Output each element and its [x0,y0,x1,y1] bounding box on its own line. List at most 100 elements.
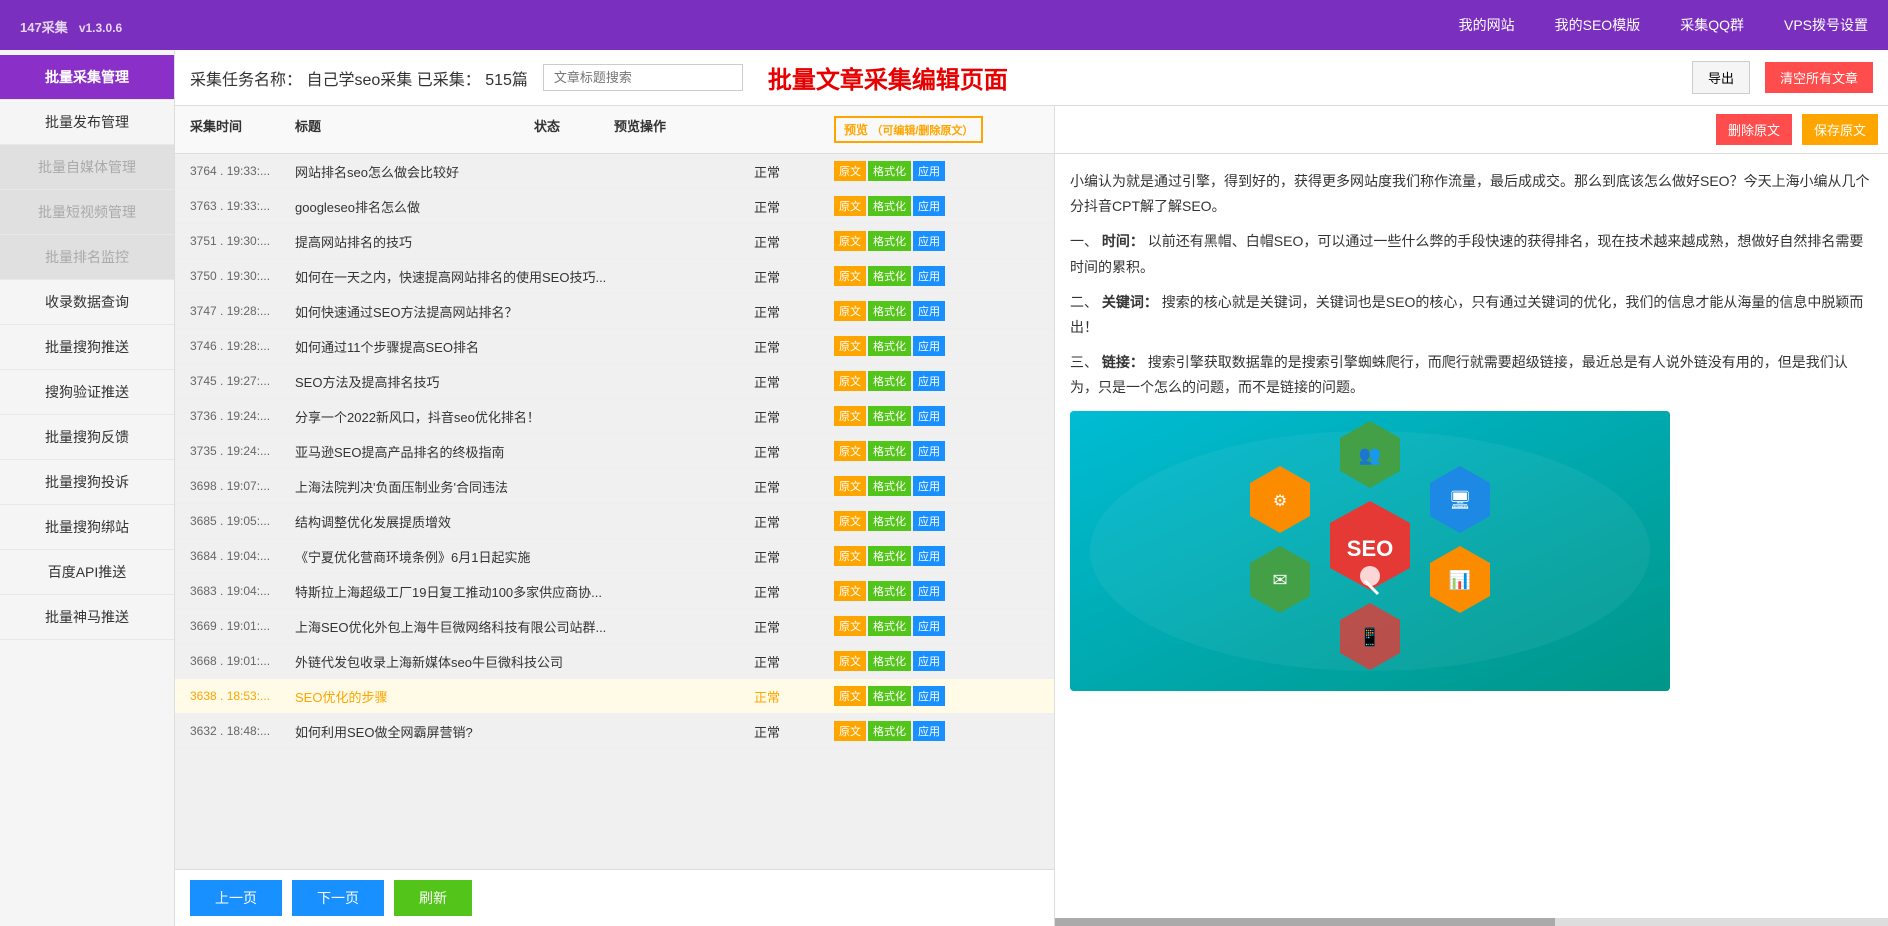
next-button[interactable]: 下一页 [292,880,384,916]
tag-apply-button[interactable]: 应用 [913,336,945,356]
nav-my-seo[interactable]: 我的SEO模版 [1555,15,1641,35]
table-row[interactable]: 3750 . 19:30:... 如何在一天之内，快速提高网站排名的使用SEO技… [175,259,1054,294]
sidebar-item-media[interactable]: 批量自媒体管理 [0,145,174,190]
tag-apply-button[interactable]: 应用 [913,581,945,601]
table-row[interactable]: 3751 . 19:30:... 提高网站排名的技巧 正常 原文 格式化 应用 [175,224,1054,259]
tag-format-button[interactable]: 格式化 [868,336,911,356]
table-row[interactable]: 3736 . 19:24:... 分享一个2022新风口，抖音seo优化排名！ … [175,399,1054,434]
table-row[interactable]: 3638 . 18:53:... SEO优化的步骤 正常 原文 格式化 应用 [175,679,1054,714]
tag-format-button[interactable]: 格式化 [868,196,911,216]
preview-header-box[interactable]: 预览 （可编辑/删除原文） [834,116,983,143]
tag-original-button[interactable]: 原文 [834,196,866,216]
table-row[interactable]: 3685 . 19:05:... 结构调整优化发展提质增效 正常 原文 格式化 … [175,504,1054,539]
sidebar-item-rank[interactable]: 批量排名监控 [0,235,174,280]
tag-apply-button[interactable]: 应用 [913,196,945,216]
tag-original-button[interactable]: 原文 [834,336,866,356]
sidebar-item-baidu-api[interactable]: 百度API推送 [0,550,174,595]
table-row[interactable]: 3669 . 19:01:... 上海SEO优化外包上海牛巨微网络科技有限公司站… [175,609,1054,644]
sidebar-item-sogou-push[interactable]: 批量搜狗推送 [0,325,174,370]
tag-original-button[interactable]: 原文 [834,231,866,251]
sidebar: 批量采集管理 批量发布管理 批量自媒体管理 批量短视频管理 批量排名监控 收录数… [0,50,175,926]
tag-original-button[interactable]: 原文 [834,301,866,321]
table-row[interactable]: 3698 . 19:07:... 上海法院判决'负面压制业务'合同违法 正常 原… [175,469,1054,504]
tag-apply-button[interactable]: 应用 [913,231,945,251]
nav-my-site[interactable]: 我的网站 [1459,15,1515,35]
cell-action: 原文 格式化 应用 [834,651,1054,671]
tag-original-button[interactable]: 原文 [834,476,866,496]
preview-content: 小编认为就是通过引擎，得到好的，获得更多网站度我们称作流量，最后成成交。那么到底… [1055,154,1888,918]
refresh-button[interactable]: 刷新 [394,880,472,916]
tag-format-button[interactable]: 格式化 [868,546,911,566]
table-row[interactable]: 3746 . 19:28:... 如何通过11个步骤提高SEO排名 正常 原文 … [175,329,1054,364]
tag-original-button[interactable]: 原文 [834,441,866,461]
nav-vps-setting[interactable]: VPS拨号设置 [1784,15,1868,35]
tag-apply-button[interactable]: 应用 [913,406,945,426]
nav-qq-group[interactable]: 采集QQ群 [1680,15,1744,35]
tag-format-button[interactable]: 格式化 [868,686,911,706]
tag-original-button[interactable]: 原文 [834,546,866,566]
sidebar-item-publish[interactable]: 批量发布管理 [0,100,174,145]
tag-format-button[interactable]: 格式化 [868,476,911,496]
sidebar-item-shenma[interactable]: 批量神马推送 [0,595,174,640]
tag-original-button[interactable]: 原文 [834,616,866,636]
prev-button[interactable]: 上一页 [190,880,282,916]
tag-original-button[interactable]: 原文 [834,686,866,706]
tag-apply-button[interactable]: 应用 [913,511,945,531]
tag-original-button[interactable]: 原文 [834,581,866,601]
table-row[interactable]: 3632 . 18:48:... 如何利用SEO做全网霸屏营销? 正常 原文 格… [175,714,1054,749]
sidebar-item-sogou-complaint[interactable]: 批量搜狗投诉 [0,460,174,505]
tag-apply-button[interactable]: 应用 [913,616,945,636]
tag-apply-button[interactable]: 应用 [913,441,945,461]
tag-apply-button[interactable]: 应用 [913,476,945,496]
tag-apply-button[interactable]: 应用 [913,266,945,286]
delete-original-button[interactable]: 删除原文 [1716,114,1792,145]
tag-original-button[interactable]: 原文 [834,161,866,181]
tag-format-button[interactable]: 格式化 [868,161,911,181]
clear-all-button[interactable]: 清空所有文章 [1765,62,1873,93]
table-row[interactable]: 3668 . 19:01:... 外链代发包收录上海新媒体seo牛巨微科技公司 … [175,644,1054,679]
table-row[interactable]: 3747 . 19:28:... 如何快速通过SEO方法提高网站排名？ 正常 原… [175,294,1054,329]
sidebar-item-sogou-bind[interactable]: 批量搜狗绑站 [0,505,174,550]
tag-original-button[interactable]: 原文 [834,266,866,286]
table-row[interactable]: 3764 . 19:33:... 网站排名seo怎么做会比较好 正常 原文 格式… [175,154,1054,189]
tag-format-button[interactable]: 格式化 [868,651,911,671]
export-button[interactable]: 导出 [1692,61,1750,94]
sidebar-item-record[interactable]: 收录数据查询 [0,280,174,325]
tag-format-button[interactable]: 格式化 [868,231,911,251]
sidebar-item-sogou-feedback[interactable]: 批量搜狗反馈 [0,415,174,460]
tag-format-button[interactable]: 格式化 [868,616,911,636]
preview-seo-image: SEO 👥 🖥 [1070,411,1670,691]
tag-original-button[interactable]: 原文 [834,721,866,741]
table-row[interactable]: 3683 . 19:04:... 特斯拉上海超级工厂19日复工推动100多家供应… [175,574,1054,609]
preview-scrollbar[interactable] [1055,918,1888,926]
tag-apply-button[interactable]: 应用 [913,371,945,391]
tag-original-button[interactable]: 原文 [834,406,866,426]
tag-format-button[interactable]: 格式化 [868,266,911,286]
table-row[interactable]: 3763 . 19:33:... googleseo排名怎么做 正常 原文 格式… [175,189,1054,224]
tag-format-button[interactable]: 格式化 [868,581,911,601]
save-original-button[interactable]: 保存原文 [1802,114,1878,145]
table-row[interactable]: 3684 . 19:04:... 《宁夏优化营商环境条例》6月1日起实施 正常 … [175,539,1054,574]
table-row[interactable]: 3745 . 19:27:... SEO方法及提高排名技巧 正常 原文 格式化 … [175,364,1054,399]
table-row[interactable]: 3735 . 19:24:... 亚马逊SEO提高产品排名的终极指南 正常 原文… [175,434,1054,469]
sidebar-item-video[interactable]: 批量短视频管理 [0,190,174,235]
tag-format-button[interactable]: 格式化 [868,371,911,391]
tag-original-button[interactable]: 原文 [834,511,866,531]
tag-original-button[interactable]: 原文 [834,651,866,671]
tag-format-button[interactable]: 格式化 [868,301,911,321]
tag-format-button[interactable]: 格式化 [868,721,911,741]
sidebar-item-sogou-verify[interactable]: 搜狗验证推送 [0,370,174,415]
tag-apply-button[interactable]: 应用 [913,721,945,741]
tag-format-button[interactable]: 格式化 [868,511,911,531]
tag-apply-button[interactable]: 应用 [913,546,945,566]
tag-apply-button[interactable]: 应用 [913,686,945,706]
sidebar-item-collect[interactable]: 批量采集管理 [0,55,174,100]
tag-apply-button[interactable]: 应用 [913,161,945,181]
tag-original-button[interactable]: 原文 [834,371,866,391]
tag-apply-button[interactable]: 应用 [913,651,945,671]
tag-format-button[interactable]: 格式化 [868,406,911,426]
tag-format-button[interactable]: 格式化 [868,441,911,461]
sidebar-item-label: 批量短视频管理 [38,204,136,220]
search-input[interactable] [543,64,743,91]
tag-apply-button[interactable]: 应用 [913,301,945,321]
